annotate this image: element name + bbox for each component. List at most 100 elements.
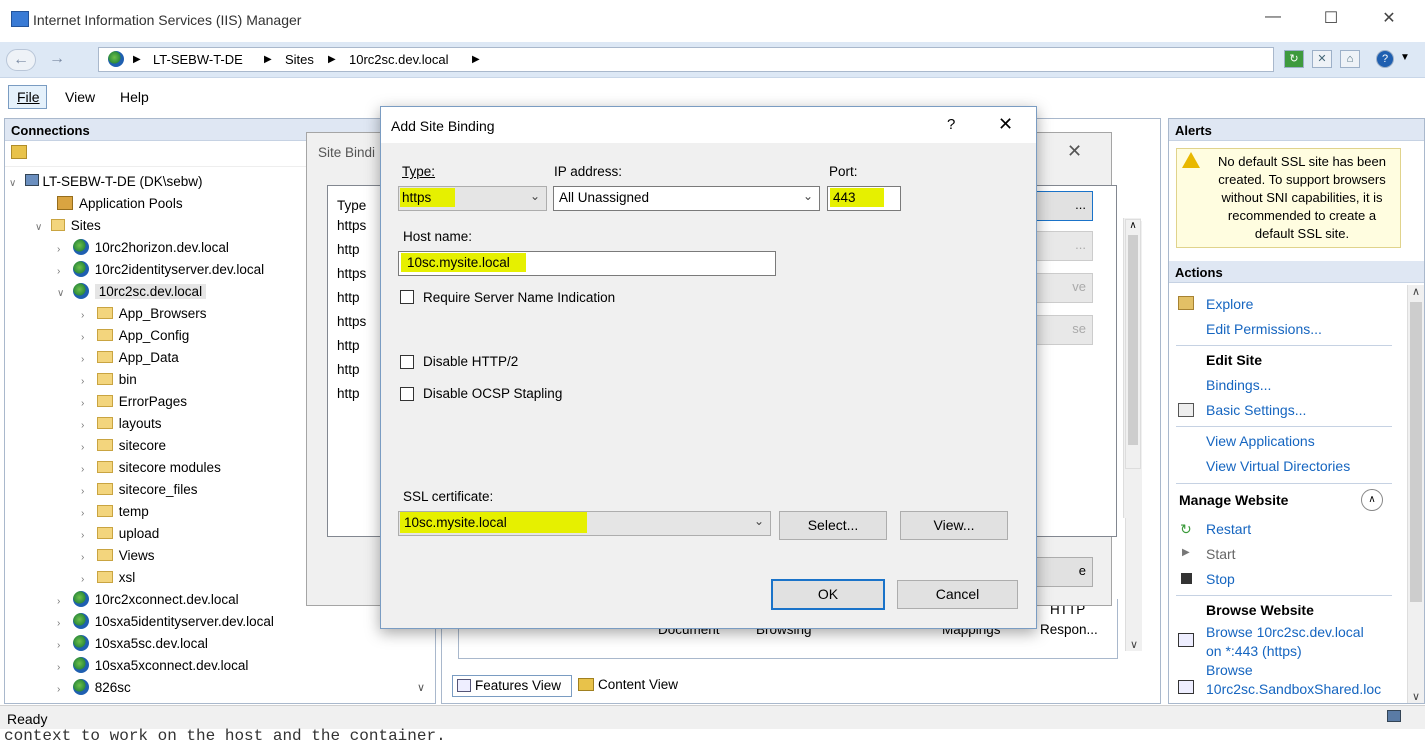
- action-explore[interactable]: Explore: [1206, 296, 1253, 312]
- globe-icon: [72, 679, 89, 695]
- dialog-help-button[interactable]: ?: [947, 116, 955, 133]
- refresh-icon[interactable]: ↻: [1284, 50, 1304, 68]
- breadcrumb-arrow-icon: ▶: [328, 54, 336, 65]
- breadcrumb-server[interactable]: LT-SEBW-T-DE: [153, 52, 243, 67]
- tree-site[interactable]: › 10sxa5sc.dev.local: [9, 633, 435, 655]
- binding-row-type[interactable]: http: [337, 242, 382, 266]
- action-browse-sandbox-line1[interactable]: Browse: [1206, 662, 1253, 678]
- add-site-binding-dialog: Add Site Binding ? ✕ Type: https ⌄ IP add…: [380, 106, 1037, 629]
- action-stop[interactable]: Stop: [1206, 571, 1235, 587]
- binding-row-type[interactable]: http: [337, 338, 382, 362]
- close-window-button[interactable]: ✕: [1366, 8, 1412, 28]
- actions-header: Actions: [1169, 261, 1424, 283]
- port-input[interactable]: 443: [827, 186, 901, 211]
- bindings-edit-button[interactable]: ...: [1035, 231, 1093, 261]
- binding-row-type[interactable]: https: [337, 314, 382, 338]
- iis-app-icon: [11, 11, 29, 27]
- binding-row-type[interactable]: https: [337, 266, 382, 290]
- action-browse-sandbox-line2[interactable]: 10rc2sc.SandboxShared.loc: [1206, 681, 1396, 697]
- bindings-list[interactable]: Type https http https http https http http http: [327, 185, 383, 537]
- dialog-close-icon[interactable]: ✕: [998, 114, 1013, 135]
- action-edit-permissions[interactable]: Edit Permissions...: [1206, 321, 1322, 337]
- action-start[interactable]: Start: [1206, 546, 1236, 562]
- site-bindings-close-icon[interactable]: ✕: [1067, 141, 1082, 162]
- globe-icon: [72, 635, 89, 651]
- ip-address-label: IP address:: [554, 164, 623, 179]
- ok-button[interactable]: OK: [771, 579, 885, 610]
- ip-address-select[interactable]: All Unassigned ⌄: [553, 186, 820, 211]
- tree-site[interactable]: › 10sxa5identityserver.dev.local: [9, 611, 435, 633]
- stop-action-icon: [1181, 573, 1192, 584]
- host-name-input[interactable]: 10sc.mysite.local: [398, 251, 776, 276]
- breadcrumb-site[interactable]: 10rc2sc.dev.local: [349, 52, 448, 67]
- minimize-button[interactable]: —: [1250, 8, 1296, 26]
- dialog-title: Add Site Binding: [391, 118, 495, 134]
- content-view-tab[interactable]: Content View: [578, 677, 678, 692]
- breadcrumb-sites[interactable]: Sites: [285, 52, 314, 67]
- tree-site[interactable]: › 826sc: [9, 677, 435, 699]
- window-title: Internet Information Services (IIS) Mana…: [33, 12, 302, 28]
- tree-site[interactable]: › 10sxa5xconnect.dev.local: [9, 655, 435, 677]
- help-dropdown-icon[interactable]: ▼: [1400, 52, 1410, 63]
- disable-ocsp-label[interactable]: Disable OCSP Stapling: [423, 386, 562, 401]
- stop-icon[interactable]: ✕: [1312, 50, 1332, 68]
- bindings-col-type[interactable]: Type: [328, 186, 382, 218]
- bindings-add-button[interactable]: ...: [1035, 191, 1093, 221]
- select-certificate-button[interactable]: Select...: [779, 511, 887, 540]
- binding-row-type[interactable]: http: [337, 290, 382, 314]
- chevron-down-icon: ⌄: [529, 189, 540, 203]
- status-text: Ready: [7, 711, 48, 727]
- type-select[interactable]: https ⌄: [398, 186, 547, 211]
- action-view-applications[interactable]: View Applications: [1206, 433, 1315, 449]
- host-name-label: Host name:: [403, 229, 473, 244]
- maximize-button[interactable]: ☐: [1308, 8, 1354, 28]
- bindings-close-button[interactable]: e: [1035, 557, 1093, 587]
- view-certificate-button[interactable]: View...: [900, 511, 1008, 540]
- action-bindings[interactable]: Bindings...: [1206, 377, 1271, 393]
- features-view-tab[interactable]: Features View: [452, 675, 572, 697]
- menu-file[interactable]: File: [17, 89, 40, 105]
- bindings-remove-button[interactable]: ve: [1035, 273, 1093, 303]
- site-bindings-title: Site Bindi: [318, 145, 376, 160]
- sni-checkbox[interactable]: [400, 290, 414, 307]
- browse-icon: [1178, 633, 1194, 647]
- tree-scroll-down-icon[interactable]: ∨: [417, 681, 425, 694]
- disable-http2-checkbox[interactable]: [400, 355, 414, 372]
- forward-button[interactable]: →: [42, 49, 72, 71]
- sni-label[interactable]: Require Server Name Indication: [423, 290, 615, 305]
- feature-label-response[interactable]: Respon...: [1040, 622, 1098, 637]
- binding-row-type[interactable]: https: [337, 218, 382, 242]
- address-box[interactable]: [98, 47, 1274, 72]
- chevron-down-icon: ⌄: [802, 189, 813, 203]
- bindings-browse-button[interactable]: se: [1035, 315, 1093, 345]
- disable-http2-label[interactable]: Disable HTTP/2: [423, 354, 518, 369]
- globe-icon: [72, 613, 89, 629]
- cancel-button[interactable]: Cancel: [897, 580, 1018, 609]
- binding-row-type[interactable]: http: [337, 362, 382, 386]
- basic-settings-icon: [1178, 403, 1194, 417]
- bindings-scrollbar[interactable]: ∧: [1125, 219, 1141, 469]
- ssl-certificate-select[interactable]: 10sc.mysite.local ⌄: [398, 511, 771, 536]
- action-browse-https-line2[interactable]: on *:443 (https): [1206, 643, 1302, 659]
- menu-help[interactable]: Help: [120, 89, 149, 105]
- home-icon[interactable]: ⌂: [1340, 50, 1360, 68]
- action-view-virtual-directories[interactable]: View Virtual Directories: [1206, 458, 1350, 474]
- type-label: Type:: [402, 164, 436, 179]
- features-view-icon: [457, 679, 471, 692]
- actions-scrollbar[interactable]: ∧ ∨: [1407, 285, 1424, 703]
- folder-icon: [96, 351, 113, 363]
- back-button[interactable]: ←: [6, 49, 36, 71]
- collapse-icon[interactable]: ∧: [1361, 489, 1383, 511]
- connect-icon[interactable]: [11, 145, 27, 159]
- disable-ocsp-checkbox[interactable]: [400, 387, 414, 404]
- binding-row-type[interactable]: http: [337, 386, 382, 410]
- start-icon: ▶: [1182, 547, 1190, 558]
- action-restart[interactable]: Restart: [1206, 521, 1251, 537]
- action-browse-https-line1[interactable]: Browse 10rc2sc.dev.local: [1206, 624, 1364, 640]
- globe-icon: [72, 261, 89, 277]
- port-label: Port:: [829, 164, 858, 179]
- menu-view[interactable]: View: [65, 89, 95, 105]
- action-basic-settings[interactable]: Basic Settings...: [1206, 402, 1306, 418]
- globe-icon: [72, 283, 89, 299]
- help-icon[interactable]: ?: [1376, 50, 1394, 68]
